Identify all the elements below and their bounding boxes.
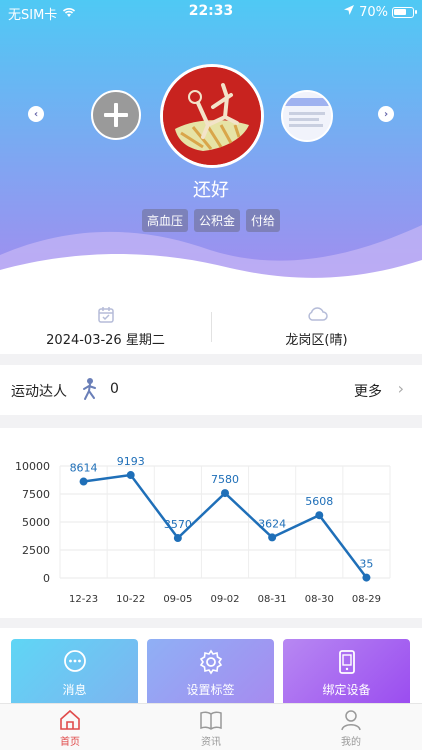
tab-home-label: 首页 <box>60 737 80 748</box>
data-label: 5608 <box>305 495 333 508</box>
runner-icon <box>80 377 100 405</box>
y-tick-label: 10000 <box>15 460 50 473</box>
battery-percent: 70% <box>359 4 388 20</box>
add-member-button[interactable] <box>91 90 141 140</box>
step-chart: 0 2500 5000 7500 10000 12-23 10-22 09-05 09-02 08… <box>15 455 391 605</box>
tag-badge[interactable]: 付给 <box>246 209 281 232</box>
action-tiles: 消息 设置标签 绑定设备 <box>0 628 422 703</box>
tag-badge[interactable]: 公积金 <box>193 209 240 232</box>
data-label: 7580 <box>211 473 239 486</box>
weather-text: 龙岗区(晴) <box>285 333 348 348</box>
prev-arrow-button[interactable]: ‹ <box>28 106 44 122</box>
data-point <box>315 511 324 520</box>
y-tick-label: 0 <box>43 572 50 585</box>
message-icon <box>63 650 86 672</box>
tab-home[interactable]: 首页 <box>30 709 110 748</box>
set-tags-button[interactable]: 设置标签 <box>147 639 274 703</box>
date-weather-row: 2024-03-26 星期二 龙岗区(晴) <box>0 290 422 354</box>
data-point <box>126 471 135 480</box>
location-icon <box>343 4 355 20</box>
chevron-right-icon[interactable]: › <box>398 379 404 398</box>
y-tick-label: 2500 <box>22 544 50 557</box>
tab-news-label: 资讯 <box>201 737 221 748</box>
data-point <box>79 477 88 486</box>
plus-icon <box>104 103 128 127</box>
tag-badge[interactable]: 高血压 <box>141 209 188 232</box>
step-chart-card: 0 2500 5000 7500 10000 12-23 10-22 09-05 09-02 08… <box>0 428 422 618</box>
home-icon <box>60 709 80 730</box>
bind-device-button[interactable]: 绑定设备 <box>283 639 410 703</box>
y-tick-label: 5000 <box>22 516 50 529</box>
date-cell: 2024-03-26 星期二 <box>0 290 211 354</box>
message-label: 消息 <box>62 683 87 697</box>
weather-cell: 龙岗区(晴) <box>211 290 422 354</box>
data-label: 35 <box>359 558 373 571</box>
calendar-icon <box>97 307 114 323</box>
more-link[interactable]: 更多 <box>354 381 382 401</box>
book-icon <box>200 711 222 730</box>
date-text: 2024-03-26 星期二 <box>46 333 165 348</box>
data-label: 9193 <box>117 455 145 468</box>
data-point <box>268 533 277 542</box>
x-tick-label: 09-05 <box>163 594 192 605</box>
sport-label: 运动达人 <box>11 384 67 400</box>
user-name: 还好 <box>193 180 229 201</box>
x-tick-label: 09-02 <box>210 594 239 605</box>
bind-device-label: 绑定设备 <box>322 683 371 697</box>
device-icon <box>338 650 355 674</box>
data-label: 3570 <box>164 518 192 531</box>
battery-icon <box>392 6 417 18</box>
data-point <box>173 534 182 543</box>
data-label: 8614 <box>70 462 98 475</box>
data-label: 3624 <box>258 517 286 530</box>
cloud-icon <box>307 307 328 321</box>
set-tags-label: 设置标签 <box>186 683 235 697</box>
screenshot-thumbnail-icon <box>283 92 331 140</box>
sport-count: 0 <box>110 381 119 397</box>
message-button[interactable]: 消息 <box>11 639 138 703</box>
main-avatar[interactable] <box>160 64 264 168</box>
tab-mine-label: 我的 <box>341 737 361 748</box>
member-avatar[interactable] <box>281 90 333 142</box>
next-arrow-button[interactable]: › <box>378 106 394 122</box>
x-tick-label: 08-30 <box>305 594 334 605</box>
sport-row[interactable]: 运动达人 0 更多 › <box>0 365 422 415</box>
data-point <box>221 489 229 498</box>
x-tick-label: 10-22 <box>116 594 145 605</box>
data-point <box>362 573 371 582</box>
x-tick-label: 08-29 <box>352 594 381 605</box>
tag-list: 高血压 公积金 付给 <box>0 209 422 232</box>
user-icon <box>341 710 361 731</box>
status-bar: 无SIM卡 22:33 70% <box>0 0 422 24</box>
settings-icon <box>199 649 222 675</box>
y-tick-label: 7500 <box>22 488 50 501</box>
tab-mine[interactable]: 我的 <box>311 709 391 748</box>
tab-news[interactable]: 资讯 <box>171 709 251 748</box>
x-tick-label: 12-23 <box>69 594 98 605</box>
tab-bar: 首页 资讯 我的 <box>0 703 422 750</box>
x-tick-label: 08-31 <box>258 594 287 605</box>
avatar-figure-icon <box>163 67 261 165</box>
